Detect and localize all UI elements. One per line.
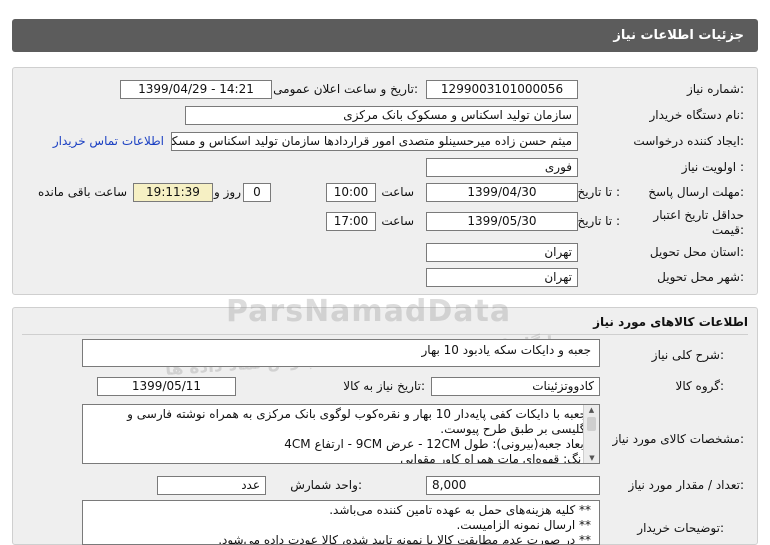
request-creator-field: میثم حسن زاده میرحسینلو متصدی امور قرارد… <box>171 132 578 151</box>
need-date-label: تاریخ نیاز به کالا: <box>343 379 425 393</box>
request-creator-label: ایجاد کننده درخواست: <box>633 134 744 148</box>
deadline-label: مهلت ارسال پاسخ: <box>648 185 744 199</box>
quantity-field: 8,000 <box>426 476 600 495</box>
city-label: شهر محل تحویل: <box>657 270 744 284</box>
price-validity-label: حداقل تاریخ اعتبار قیمت: <box>653 208 744 237</box>
goods-group-field: کادووتزئینات <box>431 377 600 396</box>
quantity-label: تعداد / مقدار مورد نیاز: <box>628 478 744 492</box>
unit-label: واحد شمارش: <box>290 478 362 492</box>
priority-label: اولویت نیاز : <box>681 160 744 174</box>
goods-group-label: گروه کالا: <box>675 379 725 393</box>
specifications-label: مشخصات کالای مورد نیاز: <box>612 432 744 446</box>
announce-datetime-field: 1399/04/29 - 14:21 <box>120 80 272 99</box>
deadline-time-field: 10:00 <box>326 183 376 202</box>
scrollbar-thumb[interactable] <box>587 417 596 431</box>
buyer-notes-label: توضیحات خریدار: <box>637 521 724 535</box>
page-header: جزئیات اطلاعات نیاز <box>12 19 758 52</box>
validity-to-date-label: تا تاریخ : <box>577 214 620 228</box>
buyer-org-label: نام دستگاه خریدار: <box>649 108 745 122</box>
announce-datetime-label: تاریخ و ساعت اعلان عمومی: <box>273 82 418 96</box>
validity-time-label: ساعت <box>381 214 414 228</box>
note-line: ** ارسال نمونه الزامیست. <box>456 518 591 532</box>
deadline-date-field: 1399/04/30 <box>426 183 578 202</box>
goods-section-divider <box>22 334 748 335</box>
remaining-time-label: ساعت باقی مانده <box>37 185 127 199</box>
province-field: تهران <box>426 243 578 262</box>
scroll-up-arrow-icon[interactable]: ▲ <box>584 405 599 415</box>
validity-date-field: 1399/05/30 <box>426 212 578 231</box>
buyer-org-field: سازمان تولید اسکناس و مسکوک بانک مرکزی <box>185 106 578 125</box>
remaining-time-field: 19:11:39 <box>133 183 213 202</box>
validity-time-field: 17:00 <box>326 212 376 231</box>
need-date-field: 1399/05/11 <box>97 377 236 396</box>
spec-line: *جعبه با دایکات کفی پایه‌دار 10 بهار و ن… <box>127 407 593 421</box>
specifications-textarea[interactable]: *جعبه با دایکات کفی پایه‌دار 10 بهار و ن… <box>82 404 600 464</box>
request-number-label: شماره نیاز: <box>686 82 744 96</box>
priority-field: فوری <box>426 158 578 177</box>
note-line: ** کلیه هزینه‌های حمل به عهده تامین کنند… <box>329 503 591 517</box>
goods-description-label: شرح کلی نیاز: <box>651 348 724 362</box>
request-number-field: 1299003101000056 <box>426 80 578 99</box>
goods-description-field: جعبه و دایکات سکه یادبود 10 بهار <box>82 339 600 367</box>
spec-line: انگلیسی بر طبق طرح پیوست. <box>440 422 593 436</box>
goods-section-title: اطلاعات کالاهای مورد نیاز <box>593 315 748 329</box>
unit-field: عدد <box>157 476 266 495</box>
city-field: تهران <box>426 268 578 287</box>
days-remaining-field: 0 <box>243 183 271 202</box>
spec-line: *ابعاد جعبه(بیرونی): طول 12CM - عرض 9CM … <box>284 437 593 451</box>
scroll-down-arrow-icon[interactable]: ▼ <box>584 453 600 463</box>
deadline-time-label: ساعت <box>381 185 414 199</box>
buyer-contact-link[interactable]: اطلاعات تماس خریدار <box>53 132 164 150</box>
days-label: روز و <box>214 185 241 199</box>
watermark-brand: ParsNamadData <box>226 294 512 329</box>
deadline-to-date-label: تا تاریخ : <box>577 185 620 199</box>
note-line: ** در صورت عدم مطابقت کالا با نمونه تایی… <box>218 533 591 545</box>
specifications-scrollbar[interactable]: ▲ ▼ <box>583 405 599 463</box>
request-info-panel <box>12 67 758 295</box>
province-label: استان محل تحویل: <box>649 245 744 259</box>
spec-line: *رنگ: قهوه‌ای مات همراه کاور مقوایی <box>400 452 593 464</box>
buyer-notes-field: ** کلیه هزینه‌های حمل به عهده تامین کنند… <box>82 500 600 545</box>
